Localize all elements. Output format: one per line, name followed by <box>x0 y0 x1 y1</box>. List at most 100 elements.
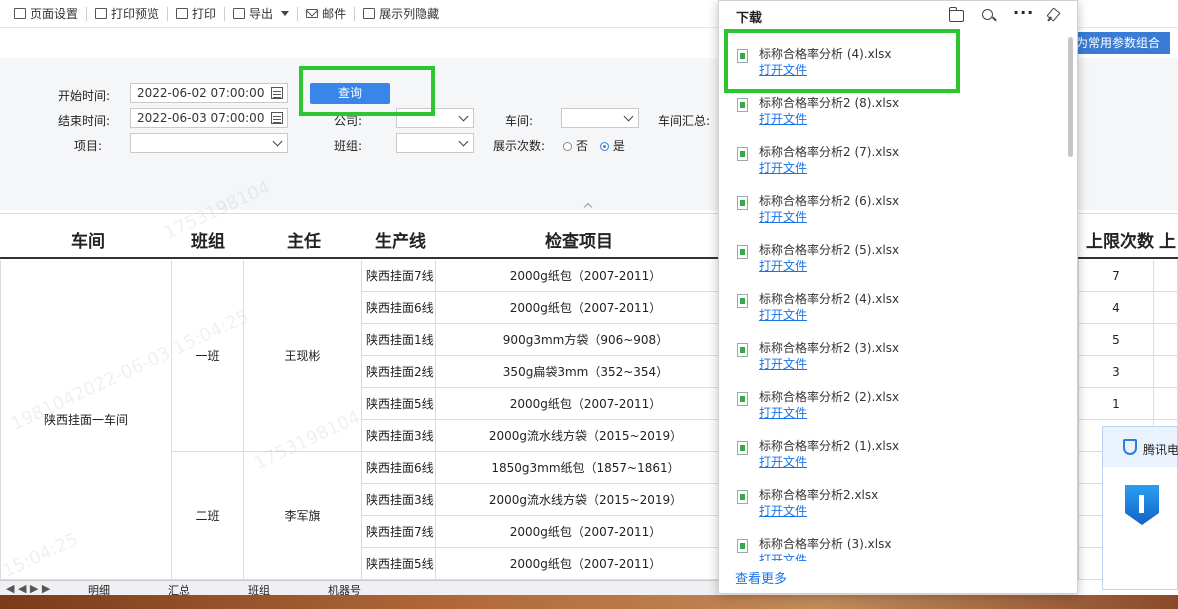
radio-no-label: 否 <box>576 139 589 153</box>
download-item[interactable]: 标称合格率分析2 (1).xlsx 打开文件 <box>719 423 1064 472</box>
download-item[interactable]: 标称合格率分析2 (4).xlsx 打开文件 <box>719 276 1064 325</box>
more-icon[interactable]: ··· <box>1013 5 1033 24</box>
export-icon <box>233 8 246 19</box>
column-visibility-button[interactable]: 展示列隐藏 <box>355 0 447 28</box>
export-label: 导出 <box>249 7 274 21</box>
mail-icon <box>306 9 319 18</box>
printer-icon <box>176 8 189 19</box>
cell-truncated <box>1154 356 1178 388</box>
team-select[interactable] <box>396 133 474 153</box>
excel-file-icon <box>737 441 748 455</box>
radio-yes-icon[interactable] <box>599 142 609 151</box>
start-time-value: 2022-06-02 07:00:00 <box>137 86 265 100</box>
cell-check-item: 350g扁袋3mm（352~354） <box>436 356 736 388</box>
header-workshop: 车间 <box>71 232 105 252</box>
workshop-label: 车间: <box>505 114 534 128</box>
download-filename: 标称合格率分析 (3).xlsx <box>759 537 892 551</box>
excel-file-icon <box>737 490 748 504</box>
director-text: 李军旗 <box>284 509 321 523</box>
radio-no-icon[interactable] <box>563 142 572 151</box>
download-panel-header: 下载 ··· <box>719 1 1077 31</box>
mail-button[interactable]: 邮件 <box>298 0 354 28</box>
workshop-text: 陕西挂面一车间 <box>43 413 128 427</box>
open-file-link[interactable]: 打开文件 <box>759 453 807 470</box>
cell-limit-count: 3 <box>1078 356 1154 388</box>
common-params-button[interactable]: 为常用参数组合 <box>1068 32 1170 54</box>
sheet-nav-arrows[interactable]: ◀ ◀ ▶ ▶ <box>6 582 50 595</box>
excel-file-icon <box>737 245 748 259</box>
item-select[interactable] <box>130 133 288 153</box>
excel-file-icon <box>737 343 748 357</box>
cell-truncated <box>1154 324 1178 356</box>
excel-file-icon <box>737 196 748 210</box>
download-item[interactable]: 标称合格率分析2 (3).xlsx 打开文件 <box>719 325 1064 374</box>
open-file-link[interactable]: 打开文件 <box>759 257 807 274</box>
cell-team: 一班 <box>172 260 244 452</box>
excel-file-icon <box>737 98 748 112</box>
chevron-down-icon <box>623 111 634 122</box>
end-time-input[interactable]: 2022-06-03 07:00:00 <box>130 108 288 128</box>
download-item[interactable]: 标称合格率分析 (3).xlsx 打开文件 <box>719 521 1064 561</box>
excel-file-icon <box>737 294 748 308</box>
security-notification[interactable]: 腾讯电 <box>1102 426 1178 590</box>
pin-icon[interactable] <box>1045 8 1061 24</box>
open-file-link[interactable]: 打开文件 <box>759 208 807 225</box>
cell-limit-count: 4 <box>1078 292 1154 324</box>
calendar-icon[interactable] <box>271 87 283 99</box>
print-button[interactable]: 打印 <box>168 0 224 28</box>
open-file-link[interactable]: 打开文件 <box>759 551 807 561</box>
cell-check-item: 2000g流水线方袋（2015~2019） <box>436 484 736 516</box>
end-time-value: 2022-06-03 07:00:00 <box>137 111 265 125</box>
notification-title: 腾讯电 <box>1143 443 1178 457</box>
mail-label: 邮件 <box>322 7 347 21</box>
header-line: 生产线 <box>375 232 426 252</box>
cell-truncated <box>1154 292 1178 324</box>
cell-limit-count: 7 <box>1078 260 1154 292</box>
download-filename: 标称合格率分析2 (7).xlsx <box>759 145 900 159</box>
download-item[interactable]: 标称合格率分析2 (6).xlsx 打开文件 <box>719 178 1064 227</box>
team-label: 班组: <box>334 139 363 153</box>
download-title: 下载 <box>736 10 763 26</box>
cell-line: 陕西挂面5线 <box>362 388 436 420</box>
download-item[interactable]: 标称合格率分析2 (7).xlsx 打开文件 <box>719 129 1064 178</box>
start-time-input[interactable]: 2022-06-02 07:00:00 <box>130 83 288 103</box>
columns-icon <box>363 8 376 19</box>
collapse-arrow-icon[interactable] <box>583 202 593 212</box>
page-setup-button[interactable]: 页面设置 <box>6 0 86 28</box>
open-file-link[interactable]: 打开文件 <box>759 502 807 519</box>
end-time-label: 结束时间: <box>58 114 111 128</box>
print-preview-label: 打印预览 <box>111 7 160 21</box>
item-label: 项目: <box>74 139 103 153</box>
show-count-label: 展示次数: <box>493 139 546 153</box>
cell-director: 王现彬 <box>244 260 362 452</box>
workshop-summary-label: 车间汇总: <box>658 114 711 128</box>
download-item[interactable]: 标称合格率分析2 (2).xlsx 打开文件 <box>719 374 1064 423</box>
download-item[interactable]: 标称合格率分析2.xlsx 打开文件 <box>719 472 1064 521</box>
header-limit-count: 上限次数 <box>1086 232 1154 252</box>
open-file-link[interactable]: 打开文件 <box>759 355 807 372</box>
workshop-select[interactable] <box>561 108 639 128</box>
calendar-icon[interactable] <box>271 112 283 124</box>
cell-check-item: 1850g3mm纸包（1857~1861） <box>436 452 736 484</box>
cell-team: 二班 <box>172 452 244 580</box>
caret-down-icon[interactable] <box>281 11 290 16</box>
download-item[interactable]: 标称合格率分析2 (5).xlsx 打开文件 <box>719 227 1064 276</box>
see-more-link[interactable]: 查看更多 <box>735 568 787 587</box>
open-file-link[interactable]: 打开文件 <box>759 404 807 421</box>
notification-header: 腾讯电 <box>1103 427 1178 467</box>
highlight-box-first-download <box>724 29 960 93</box>
show-count-yes-option[interactable]: 是 <box>599 139 625 153</box>
open-file-link[interactable]: 打开文件 <box>759 110 807 127</box>
download-scrollbar[interactable] <box>1068 37 1073 157</box>
print-preview-button[interactable]: 打印预览 <box>87 0 167 28</box>
open-file-link[interactable]: 打开文件 <box>759 159 807 176</box>
search-icon[interactable] <box>981 8 997 24</box>
folder-icon[interactable] <box>949 7 964 22</box>
show-count-no-option[interactable]: 否 <box>563 139 588 153</box>
open-file-link[interactable]: 打开文件 <box>759 306 807 323</box>
chevron-down-icon <box>458 136 469 147</box>
export-button[interactable]: 导出 <box>225 0 297 28</box>
cell-check-item: 2000g纸包（2007-2011） <box>436 292 736 324</box>
team-text: 二班 <box>195 509 220 523</box>
cell-truncated <box>1154 388 1178 420</box>
